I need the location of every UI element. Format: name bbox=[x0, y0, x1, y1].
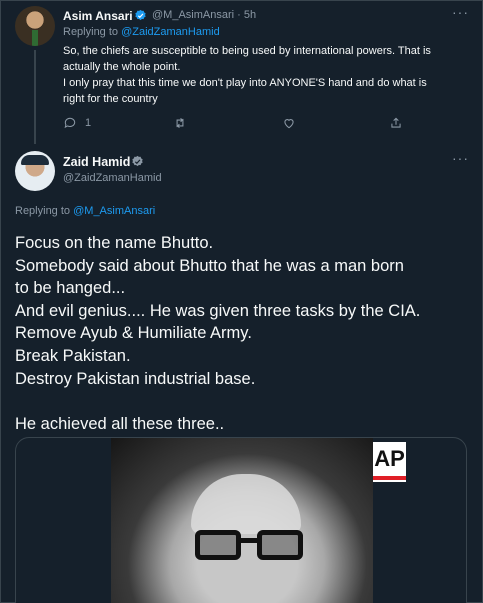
reply-count: 1 bbox=[85, 117, 92, 129]
tweet-actions: 1 bbox=[63, 116, 443, 132]
tweet-line: He achieved all these three.. bbox=[15, 414, 225, 433]
replying-to: Replying to @ZaidZamanHamid bbox=[63, 26, 220, 38]
author-name[interactable]: Zaid Hamid bbox=[63, 155, 130, 169]
tweet-text: Focus on the name Bhutto. Somebody said … bbox=[15, 232, 475, 435]
video-media[interactable]: AP bbox=[15, 437, 467, 603]
tweet-line: So, the chiefs are susceptible to being … bbox=[63, 45, 431, 57]
author-handle[interactable]: @ZaidZamanHamid bbox=[63, 172, 162, 184]
author-handle-time[interactable]: @M_AsimAnsari · 5h bbox=[152, 9, 256, 21]
thread-connector bbox=[34, 50, 36, 144]
tweet-line: Destroy Pakistan industrial base. bbox=[15, 369, 256, 388]
like-icon bbox=[284, 119, 294, 129]
tweet-line: Focus on the name Bhutto. bbox=[15, 234, 214, 252]
tweet-line: Remove Ayub & Humiliate Army. bbox=[15, 324, 252, 343]
replying-to: Replying to @M_AsimAnsari bbox=[15, 205, 155, 217]
author-name[interactable]: Asim Ansari bbox=[63, 9, 133, 23]
reply-icon bbox=[64, 117, 76, 129]
replying-to-link[interactable]: @M_AsimAnsari bbox=[73, 205, 155, 217]
replying-prefix: Replying to bbox=[15, 205, 71, 217]
share-icon bbox=[391, 117, 401, 128]
more-icon[interactable]: ··· bbox=[452, 4, 469, 20]
tweet-line bbox=[15, 390, 475, 413]
reply-button[interactable]: 1 bbox=[63, 116, 91, 130]
retweet-button[interactable] bbox=[173, 116, 195, 130]
ap-logo: AP bbox=[373, 442, 406, 482]
verified-badge-icon bbox=[135, 9, 146, 21]
video-thumbnail[interactable] bbox=[111, 438, 373, 603]
tweet-text: So, the chiefs are susceptible to being … bbox=[63, 43, 473, 107]
avatar[interactable] bbox=[15, 6, 55, 46]
avatar[interactable] bbox=[15, 151, 55, 191]
replying-prefix: Replying to bbox=[63, 26, 119, 38]
tweet-line: right for the country bbox=[63, 93, 158, 105]
replying-to-link[interactable]: @ZaidZamanHamid bbox=[121, 26, 220, 38]
tweet-line: actually the whole point. bbox=[63, 61, 181, 73]
tweet-line: Break Pakistan. bbox=[15, 346, 131, 365]
tweet-line: I only pray that this time we don't play… bbox=[63, 77, 427, 89]
retweet-icon bbox=[176, 117, 184, 129]
tweet-line: to be hanged... bbox=[15, 279, 126, 298]
share-button[interactable] bbox=[389, 116, 403, 130]
more-icon[interactable]: ··· bbox=[452, 150, 469, 166]
tweet-line: And evil genius.... He was given three t… bbox=[15, 301, 421, 320]
like-button[interactable] bbox=[282, 116, 304, 130]
tweet-line: Somebody said about Bhutto that he was a… bbox=[15, 256, 404, 275]
verified-badge-icon bbox=[132, 155, 143, 167]
